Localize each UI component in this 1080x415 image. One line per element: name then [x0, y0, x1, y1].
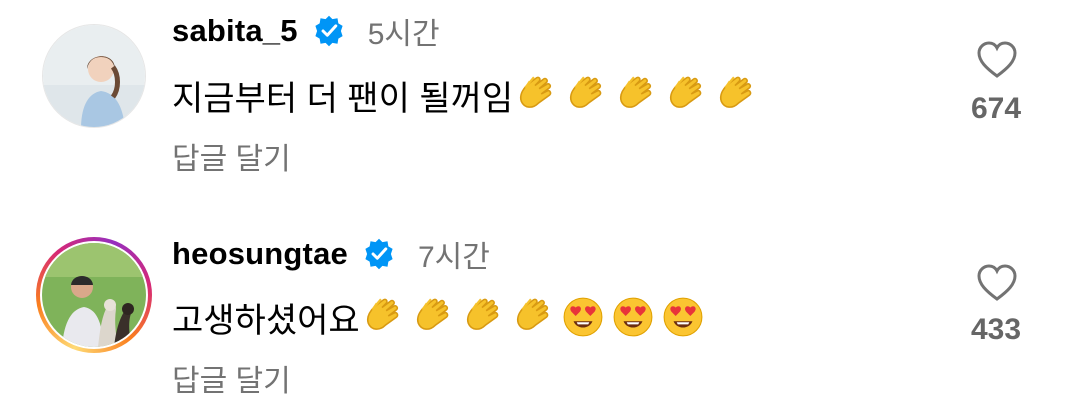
like-count[interactable]: 433 [940, 313, 1052, 347]
avatar[interactable] [36, 237, 152, 353]
comment-header: sabita_5 5시간 [172, 8, 440, 54]
clapping-hands-icon [512, 296, 554, 338]
clapping-hands-icon [462, 296, 504, 338]
comment-header: heosungtae 7시간 [172, 231, 490, 277]
clapping-hands-icon [615, 74, 657, 116]
username[interactable]: sabita_5 [172, 13, 298, 49]
clapping-hands-icon [515, 74, 557, 116]
verified-badge-icon [312, 14, 346, 48]
comment-body: 지금부터 더 팬이 될꺼임 [172, 70, 757, 120]
like-count[interactable]: 674 [940, 92, 1052, 126]
timestamp: 5시간 [367, 18, 440, 51]
avatar-image [42, 243, 146, 347]
reply-button[interactable]: 답글 달기 [172, 356, 291, 400]
comment-item: sabita_5 5시간 지금부터 더 팬이 될꺼임 답글 달기 674 [0, 0, 1080, 200]
avatar-image [42, 24, 146, 128]
like-heart-icon[interactable] [976, 40, 1018, 80]
verified-badge-icon [362, 237, 396, 271]
like-heart-icon[interactable] [976, 263, 1018, 303]
heart-eyes-face-icon [562, 296, 604, 338]
comment-text: 고생하셨어요 [172, 301, 360, 340]
clapping-hands-icon [412, 296, 454, 338]
avatar[interactable] [36, 18, 152, 134]
clapping-hands-icon [715, 74, 757, 116]
comment-body: 고생하셨어요 [172, 292, 704, 342]
clapping-hands-icon [665, 74, 707, 116]
heart-eyes-face-icon [612, 296, 654, 338]
comment-text: 지금부터 더 팬이 될꺼임 [172, 79, 514, 118]
heart-eyes-face-icon [662, 296, 704, 338]
reply-button[interactable]: 답글 달기 [172, 134, 291, 178]
timestamp: 7시간 [417, 241, 490, 274]
clapping-hands-icon [362, 296, 404, 338]
username[interactable]: heosungtae [172, 236, 348, 272]
comment-item: heosungtae 7시간 고생하셨어요 답글 달기 433 [0, 215, 1080, 415]
clapping-hands-icon [565, 74, 607, 116]
